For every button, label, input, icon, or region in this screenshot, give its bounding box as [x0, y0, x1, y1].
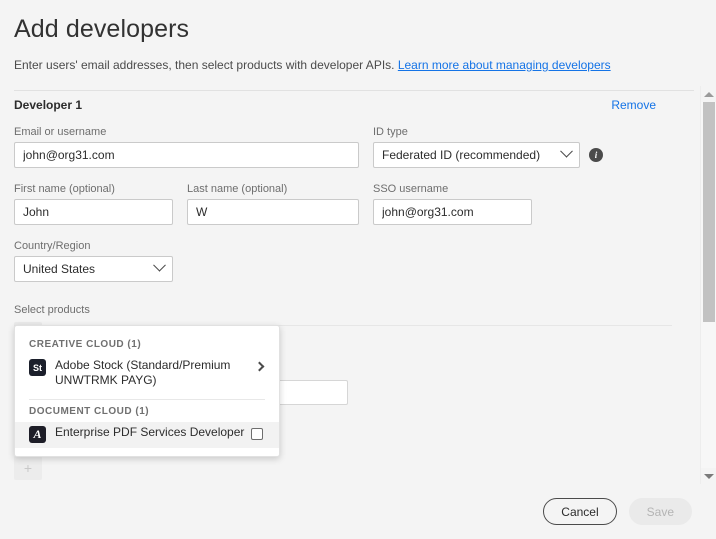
developer-header-row: Developer 1 Remove [14, 98, 686, 112]
idtype-select[interactable]: Federated ID (recommended) [373, 142, 580, 168]
email-input[interactable] [14, 142, 359, 168]
chevron-down-icon [153, 258, 166, 272]
vertical-scrollbar[interactable] [700, 86, 716, 484]
sso-field-group: SSO username [373, 183, 532, 225]
country-field-group: Country/Region United States [14, 240, 173, 282]
acrobat-pdf-icon: A [29, 426, 46, 443]
firstname-label: First name (optional) [14, 183, 115, 195]
popup-group-label-document-cloud: DOCUMENT CLOUD (1) [29, 406, 150, 417]
row-names-sso: First name (optional) Last name (optiona… [14, 183, 686, 225]
developer-title: Developer 1 [14, 98, 83, 112]
form-scroll-region: Developer 1 Remove Email or username ID … [0, 86, 716, 484]
scrollbar-track[interactable] [701, 102, 716, 468]
sso-input[interactable] [373, 199, 532, 225]
next-add-product-button[interactable]: + [14, 456, 42, 480]
popup-group-label-creative-cloud: CREATIVE CLOUD (1) [29, 339, 142, 350]
firstname-input[interactable] [14, 199, 173, 225]
country-label: Country/Region [14, 240, 91, 252]
idtype-label: ID type [373, 126, 408, 138]
popup-item-label: Adobe Stock (Standard/Premium UNWTRMK PA… [55, 358, 231, 387]
lastname-label: Last name (optional) [187, 183, 288, 195]
page-title: Add developers [14, 15, 190, 43]
sso-label: SSO username [373, 183, 449, 195]
scroll-down-arrow[interactable] [701, 468, 716, 484]
country-select[interactable]: United States [14, 256, 173, 282]
dialog-header: Add developers Enter users' email addres… [0, 0, 716, 73]
email-label: Email or username [14, 126, 107, 138]
dialog-subtitle: Enter users' email addresses, then selec… [14, 57, 696, 73]
firstname-field-group: First name (optional) [14, 183, 173, 225]
scroll-up-arrow[interactable] [701, 86, 716, 102]
cancel-button[interactable]: Cancel [543, 498, 617, 525]
learn-more-link[interactable]: Learn more about managing developers [398, 58, 611, 72]
select-products-label: Select products [14, 304, 90, 316]
idtype-field-group: ID type Federated ID (recommended) i [373, 126, 603, 168]
lastname-field-group: Last name (optional) [187, 183, 359, 225]
popup-item-enterprise-pdf[interactable]: A Enterprise PDF Services Developer [15, 422, 279, 448]
dialog-footer: Cancel Save [0, 484, 716, 539]
subtitle-text: Enter users' email addresses, then selec… [14, 58, 395, 72]
chevron-down-icon [560, 144, 573, 158]
remove-developer-link[interactable]: Remove [611, 98, 656, 112]
triangle-up-icon [704, 91, 714, 97]
product-checkbox[interactable] [251, 428, 263, 440]
email-field-group: Email or username [14, 126, 359, 168]
save-button: Save [628, 498, 692, 525]
popup-divider [29, 399, 265, 400]
popup-item-adobe-stock[interactable]: St Adobe Stock (Standard/Premium UNWTRMK… [15, 355, 279, 393]
row-email-idtype: Email or username ID type Federated ID (… [14, 126, 686, 168]
popup-item-label: Enterprise PDF Services Developer [55, 425, 245, 439]
info-icon[interactable]: i [589, 148, 603, 162]
idtype-row: Federated ID (recommended) i [373, 142, 603, 168]
adobe-stock-icon: St [29, 359, 46, 376]
country-selected-value: United States [23, 262, 96, 276]
developer-form: Developer 1 Remove Email or username ID … [0, 86, 716, 480]
scrollbar-thumb[interactable] [703, 102, 715, 322]
lastname-input[interactable] [187, 199, 359, 225]
idtype-selected-value: Federated ID (recommended) [382, 148, 541, 162]
triangle-down-icon [704, 473, 714, 479]
product-selection-popup: CREATIVE CLOUD (1) St Adobe Stock (Stand… [14, 325, 280, 457]
chevron-right-icon[interactable] [254, 361, 265, 372]
